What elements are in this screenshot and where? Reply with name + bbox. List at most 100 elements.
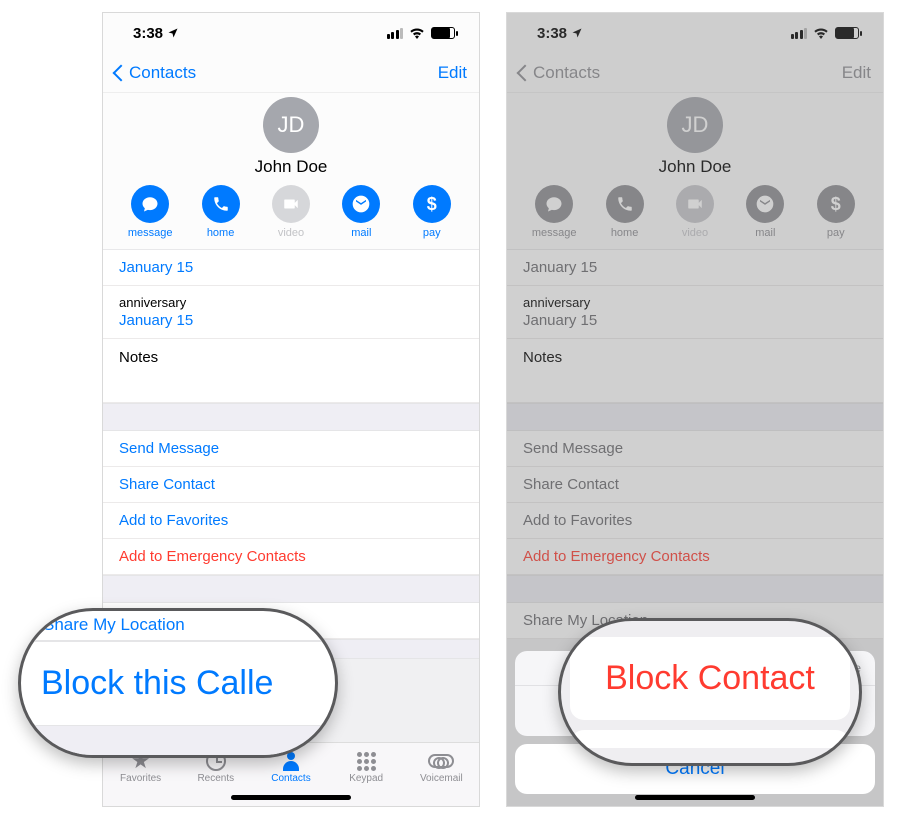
- notes-label: Notes: [119, 349, 158, 366]
- add-favorites-link[interactable]: Add to Favorites: [507, 503, 883, 539]
- location-icon: [571, 27, 583, 39]
- action-home[interactable]: home: [191, 185, 251, 239]
- pay-icon: $: [427, 194, 437, 215]
- mail-icon: [351, 194, 371, 214]
- pay-icon: $: [831, 194, 841, 215]
- action-video: video: [665, 185, 725, 239]
- status-time: 3:38: [133, 25, 163, 42]
- action-pay[interactable]: $ pay: [806, 185, 866, 239]
- add-emergency-link[interactable]: Add to Emergency Contacts: [103, 539, 479, 575]
- anniversary-label: anniversary: [119, 295, 463, 310]
- tab-keypad-label: Keypad: [349, 773, 383, 784]
- contact-name: John Doe: [507, 157, 883, 177]
- send-message-link[interactable]: Send Message: [103, 431, 479, 467]
- action-mail[interactable]: mail: [735, 185, 795, 239]
- anniversary-cell[interactable]: anniversary January 15: [507, 286, 883, 339]
- section-gap: [507, 575, 883, 603]
- home-label: home: [207, 227, 235, 239]
- date-value: January 15: [119, 259, 463, 276]
- mag-block-contact-text: Block Contact: [570, 637, 850, 720]
- avatar: JD: [263, 97, 319, 153]
- date-cell[interactable]: January 15: [507, 250, 883, 286]
- pay-label: pay: [423, 227, 441, 239]
- date-cell[interactable]: January 15: [103, 250, 479, 286]
- contact-header: JD John Doe message home video mail $ pay: [507, 93, 883, 250]
- send-message-link[interactable]: Send Message: [507, 431, 883, 467]
- wifi-icon: [409, 27, 425, 39]
- add-favorites-link[interactable]: Add to Favorites: [103, 503, 479, 539]
- pay-label: pay: [827, 227, 845, 239]
- video-label: video: [278, 227, 304, 239]
- contact-header: JD John Doe message home video mail $ pa…: [103, 93, 479, 250]
- keypad-icon: [357, 752, 376, 771]
- location-icon: [167, 27, 179, 39]
- contact-name: John Doe: [103, 157, 479, 177]
- tab-voicemail[interactable]: Voicemail: [404, 749, 479, 784]
- date-value: January 15: [523, 259, 867, 276]
- notes-label: Notes: [523, 349, 562, 366]
- status-bar: 3:38: [507, 13, 883, 53]
- phone-icon: [212, 195, 230, 213]
- action-video: video: [261, 185, 321, 239]
- tab-recents-label: Recents: [197, 773, 234, 784]
- battery-icon: [431, 27, 455, 39]
- chevron-left-icon: [113, 64, 130, 81]
- message-icon: [545, 195, 563, 213]
- avatar: JD: [667, 97, 723, 153]
- nav-bar: Contacts Edit: [103, 53, 479, 93]
- mail-label: mail: [351, 227, 371, 239]
- home-indicator[interactable]: [231, 795, 351, 800]
- action-home[interactable]: home: [595, 185, 655, 239]
- mag-share-location: Share My Location: [21, 611, 335, 641]
- cell-signal-icon: [387, 28, 404, 39]
- status-bar: 3:38: [103, 13, 479, 53]
- back-button[interactable]: Contacts: [519, 63, 600, 83]
- tab-favorites-label: Favorites: [120, 773, 161, 784]
- home-label: home: [611, 227, 639, 239]
- video-label: video: [682, 227, 708, 239]
- action-message[interactable]: message: [524, 185, 584, 239]
- magnifier-block-caller: Share My Location Block this Calle: [18, 608, 338, 758]
- video-icon: [282, 195, 300, 213]
- anniversary-date: January 15: [119, 312, 463, 329]
- notes-cell[interactable]: Notes: [103, 339, 479, 403]
- anniversary-label: anniversary: [523, 295, 867, 310]
- notes-cell[interactable]: Notes: [507, 339, 883, 403]
- edit-button[interactable]: Edit: [842, 63, 871, 83]
- anniversary-cell[interactable]: anniversary January 15: [103, 286, 479, 339]
- share-contact-link[interactable]: Share Contact: [103, 467, 479, 503]
- tab-contacts-label: Contacts: [271, 773, 310, 784]
- tab-voicemail-label: Voicemail: [420, 773, 463, 784]
- action-message[interactable]: message: [120, 185, 180, 239]
- action-pay[interactable]: $ pay: [402, 185, 462, 239]
- back-label: Contacts: [533, 63, 600, 83]
- status-time: 3:38: [537, 25, 567, 42]
- share-contact-link[interactable]: Share Contact: [507, 467, 883, 503]
- anniversary-date: January 15: [523, 312, 867, 329]
- wifi-icon: [813, 27, 829, 39]
- message-label: message: [532, 227, 577, 239]
- contact-details-list: January 15 anniversary January 15 Notes …: [507, 250, 883, 639]
- tab-keypad[interactable]: Keypad: [329, 749, 404, 784]
- edit-button[interactable]: Edit: [438, 63, 467, 83]
- section-gap: [507, 403, 883, 431]
- section-gap: [103, 575, 479, 603]
- phone-icon: [616, 195, 634, 213]
- mail-icon: [755, 194, 775, 214]
- mail-label: mail: [755, 227, 775, 239]
- message-label: message: [128, 227, 173, 239]
- home-indicator[interactable]: [635, 795, 755, 800]
- cell-signal-icon: [791, 28, 808, 39]
- magnifier-block-contact: Block Contact: [558, 618, 862, 766]
- section-gap: [103, 403, 479, 431]
- nav-bar: Contacts Edit: [507, 53, 883, 93]
- chevron-left-icon: [517, 64, 534, 81]
- add-emergency-link[interactable]: Add to Emergency Contacts: [507, 539, 883, 575]
- mag-block-caller-text: Block this Calle: [21, 641, 335, 726]
- action-mail[interactable]: mail: [331, 185, 391, 239]
- voicemail-icon: [428, 754, 454, 768]
- back-button[interactable]: Contacts: [115, 63, 196, 83]
- back-label: Contacts: [129, 63, 196, 83]
- contact-details-list: January 15 anniversary January 15 Notes …: [103, 250, 479, 659]
- battery-icon: [835, 27, 859, 39]
